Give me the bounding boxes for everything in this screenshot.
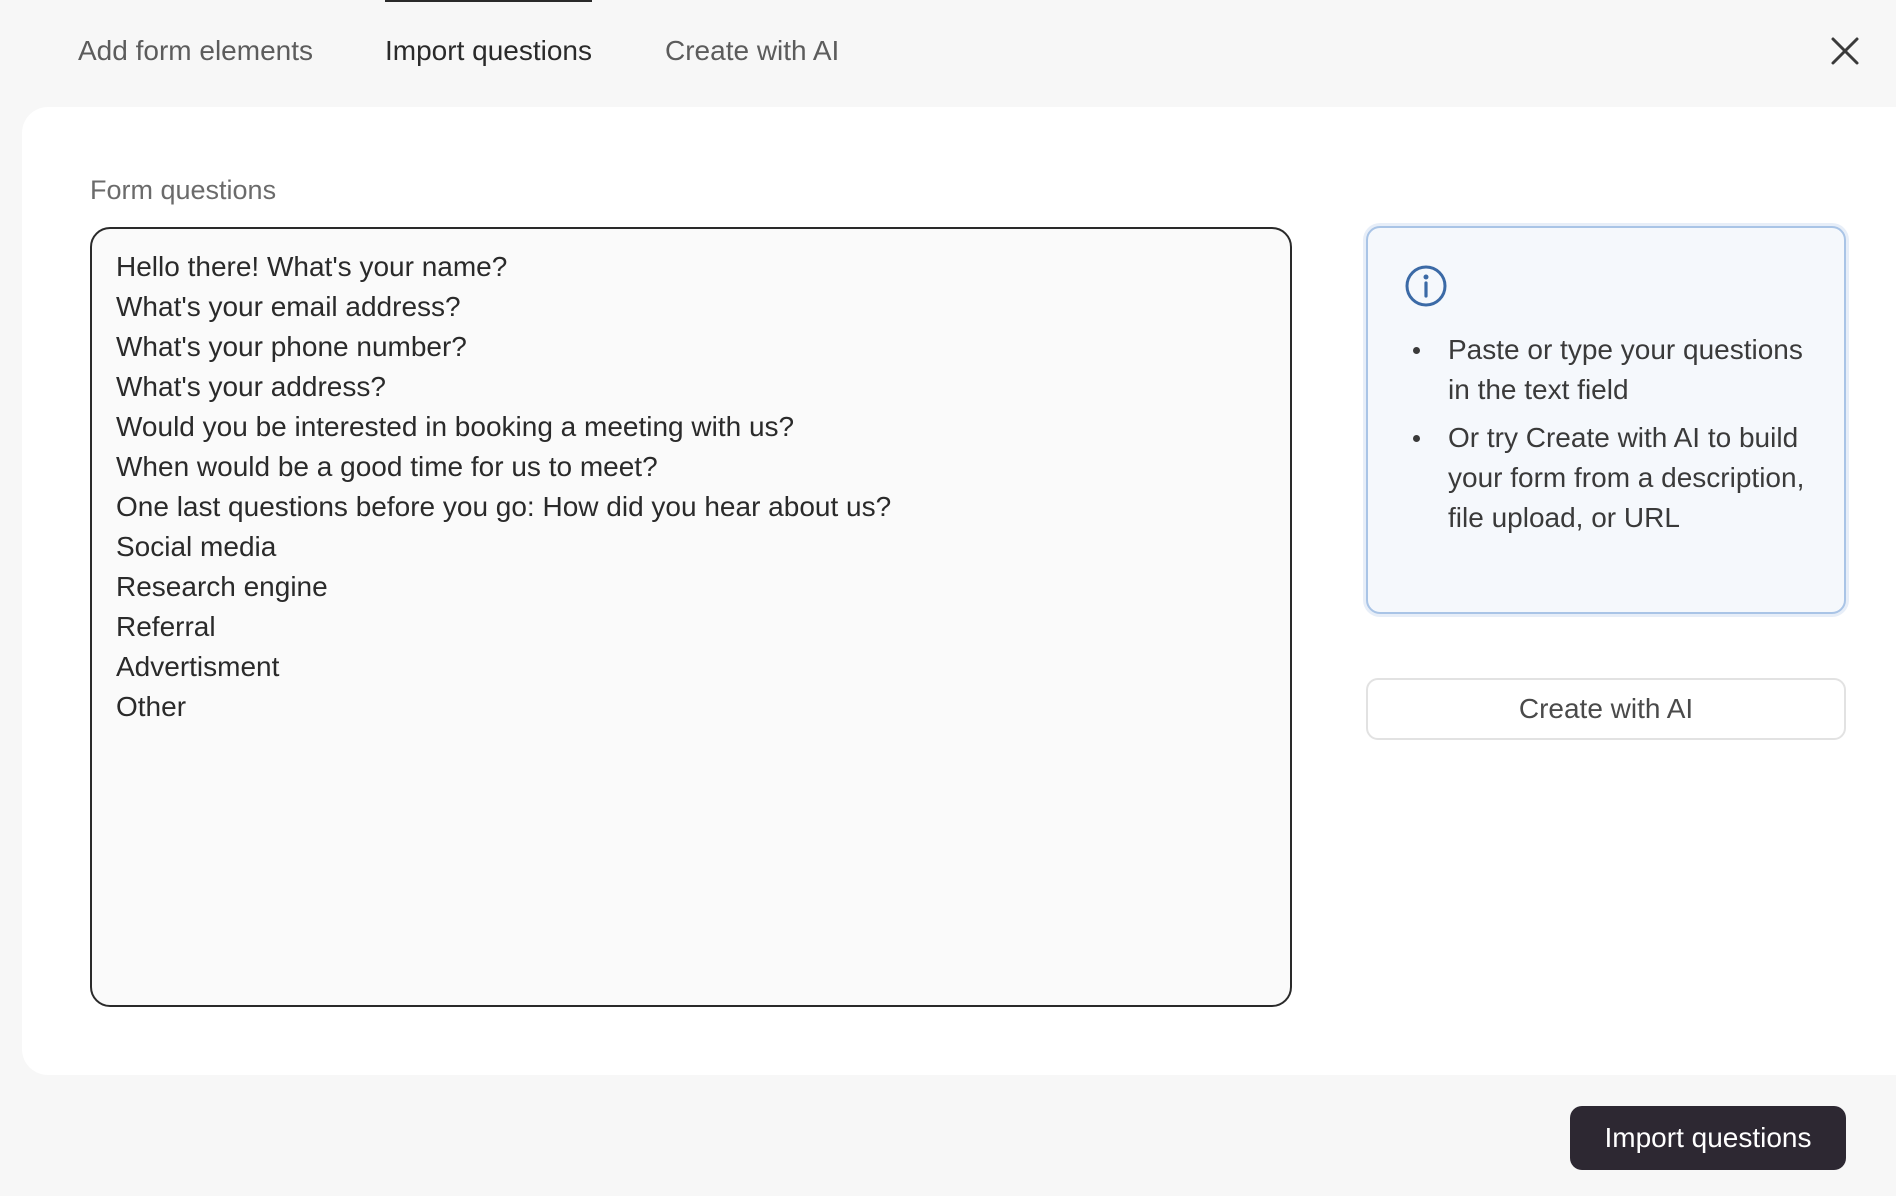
- info-icon: [1405, 265, 1447, 307]
- close-icon: [1831, 37, 1859, 65]
- info-item-create-ai: Or try Create with AI to build your form…: [1404, 418, 1814, 538]
- tab-import-questions[interactable]: Import questions: [385, 0, 592, 104]
- tab-add-form-elements[interactable]: Add form elements: [78, 0, 313, 104]
- info-callout: Paste or type your questions in the text…: [1366, 226, 1846, 614]
- info-item-paste: Paste or type your questions in the text…: [1404, 330, 1814, 410]
- info-list: Paste or type your questions in the text…: [1404, 330, 1814, 546]
- import-questions-dialog: Add form elements Import questions Creat…: [0, 0, 1896, 1196]
- import-panel: Form questions Paste or type your questi…: [22, 107, 1896, 1075]
- form-questions-field[interactable]: [90, 227, 1292, 1007]
- import-questions-button[interactable]: Import questions: [1570, 1106, 1846, 1170]
- form-questions-input[interactable]: [116, 247, 1266, 987]
- form-questions-label: Form questions: [90, 175, 277, 205]
- tab-bar: Add form elements Import questions Creat…: [0, 0, 1600, 104]
- close-button[interactable]: [1822, 28, 1868, 74]
- create-with-ai-button[interactable]: Create with AI: [1366, 678, 1846, 740]
- tab-create-with-ai[interactable]: Create with AI: [665, 0, 839, 104]
